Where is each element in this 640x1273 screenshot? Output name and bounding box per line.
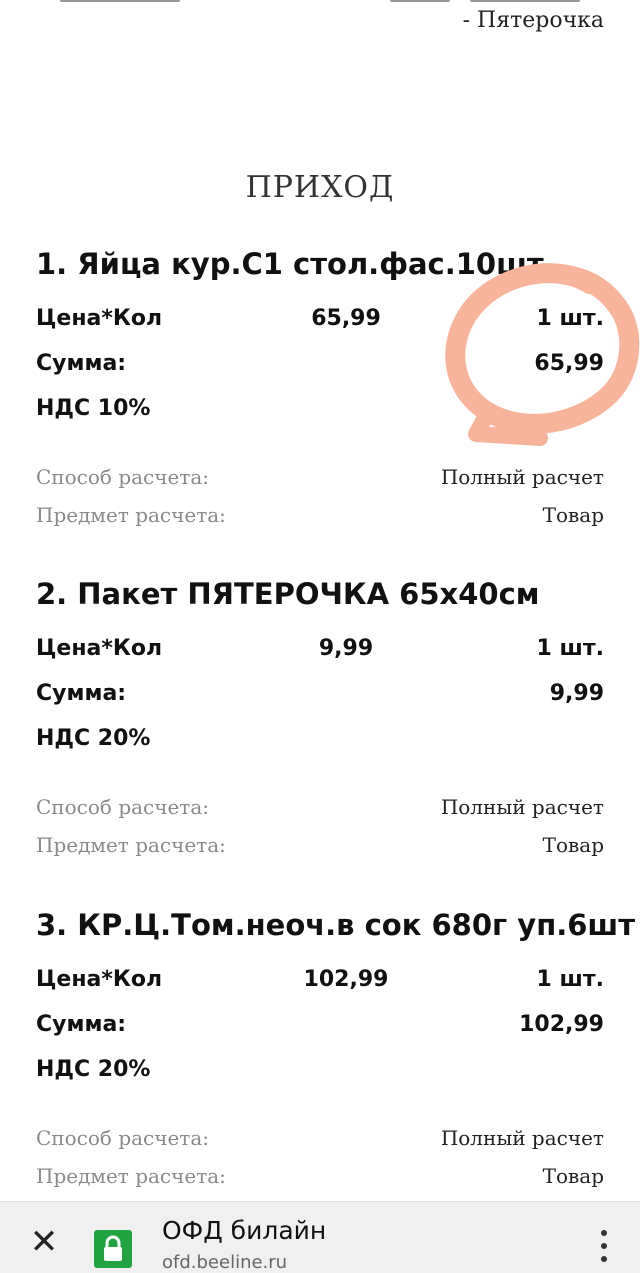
receipt-type-heading: ПРИХОД (245, 170, 395, 205)
payment-method-label: Способ расчета: (36, 465, 210, 489)
receipt-item: 1. Яйца кур.С1 стол.фас.10шт Цена*Кол 65… (36, 244, 604, 534)
cut-off-text-strip (60, 0, 580, 4)
payment-method-row: Способ расчета: Полный расчет (36, 458, 604, 496)
payment-method-label: Способ расчета: (36, 1126, 210, 1150)
item-vat: НДС 20% (36, 726, 151, 751)
item-qty: 1 шт. (536, 636, 604, 661)
payment-method-row: Способ расчета: Полный расчет (36, 788, 604, 826)
price-qty-label: Цена*Кол (36, 967, 163, 992)
payment-method-label: Способ расчета: (36, 795, 210, 819)
lock-icon (94, 1230, 132, 1268)
vat-row: НДС 20% (36, 1050, 604, 1090)
receipt-item: 2. Пакет ПЯТЕРОЧКА 65x40см Цена*Кол 9,99… (36, 574, 604, 864)
price-qty-label: Цена*Кол (36, 636, 163, 661)
item-title: 1. Яйца кур.С1 стол.фас.10шт (36, 247, 544, 281)
item-title: 2. Пакет ПЯТЕРОЧКА 65x40см (36, 577, 540, 611)
item-price: 9,99 (318, 636, 374, 661)
item-vat: НДС 20% (36, 1057, 151, 1082)
payment-subject-value: Товар (542, 503, 604, 527)
site-name: ОФД билайн (162, 1216, 327, 1245)
item-qty: 1 шт. (536, 306, 604, 331)
payment-subject-row: Предмет расчета: Товар (36, 496, 604, 534)
vat-row: НДС 20% (36, 719, 604, 759)
item-title: 3. КР.Ц.Том.неоч.в сок 680г уп.6шт (36, 908, 636, 942)
item-qty: 1 шт. (536, 967, 604, 992)
item-sum: 102,99 (519, 1012, 604, 1037)
item-price: 102,99 (303, 967, 389, 992)
sum-row: Сумма: 65,99 (36, 344, 604, 384)
price-qty-row: Цена*Кол 102,99 1 шт. (36, 960, 604, 1000)
payment-method-row: Способ расчета: Полный расчет (36, 1119, 604, 1157)
payment-subject-row: Предмет расчета: Товар (36, 826, 604, 864)
payment-subject-value: Товар (542, 833, 604, 857)
item-vat: НДС 10% (36, 396, 151, 421)
receipt-item: 3. КР.Ц.Том.неоч.в сок 680г уп.6шт Цена*… (36, 905, 636, 1195)
payment-subject-value: Товар (542, 1164, 604, 1188)
payment-subject-label: Предмет расчета: (36, 503, 226, 527)
sum-label: Сумма: (36, 1012, 127, 1037)
price-qty-label: Цена*Кол (36, 306, 163, 331)
browser-bottom-bar: ✕ ОФД билайн ofd.beeline.ru (0, 1201, 640, 1273)
price-qty-row: Цена*Кол 9,99 1 шт. (36, 629, 604, 669)
payment-method-value: Полный расчет (440, 465, 604, 489)
vat-row: НДС 10% (36, 389, 604, 429)
item-sum: 65,99 (534, 351, 604, 376)
receipt-page: - Пятерочка ПРИХОД 1. Яйца кур.С1 стол.ф… (0, 0, 640, 1273)
store-name: - Пятерочка (462, 8, 604, 33)
sum-label: Сумма: (36, 681, 127, 706)
sum-row: Сумма: 102,99 (36, 1005, 604, 1045)
payment-subject-label: Предмет расчета: (36, 833, 226, 857)
sum-row: Сумма: 9,99 (36, 674, 604, 714)
site-url: ofd.beeline.ru (162, 1252, 288, 1273)
item-price: 65,99 (311, 306, 381, 331)
close-icon[interactable]: ✕ (24, 1224, 64, 1264)
payment-subject-row: Предмет расчета: Товар (36, 1157, 604, 1195)
sum-label: Сумма: (36, 351, 127, 376)
item-sum: 9,99 (549, 681, 604, 706)
payment-method-value: Полный расчет (440, 795, 604, 819)
more-vertical-icon[interactable] (596, 1230, 612, 1264)
payment-subject-label: Предмет расчета: (36, 1164, 226, 1188)
price-qty-row: Цена*Кол 65,99 1 шт. (36, 299, 604, 339)
payment-method-value: Полный расчет (440, 1126, 604, 1150)
